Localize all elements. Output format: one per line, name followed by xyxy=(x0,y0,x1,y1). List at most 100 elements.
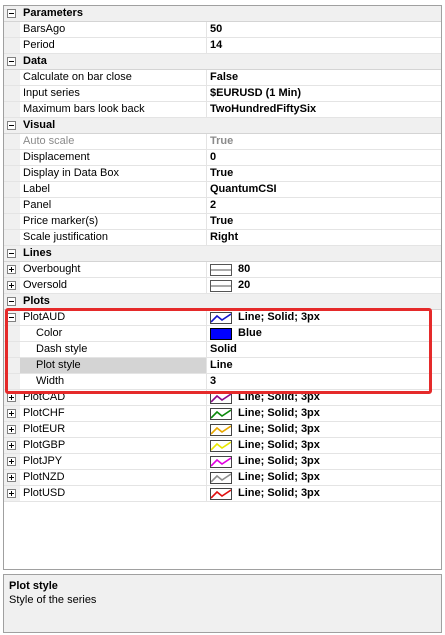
collapse-icon[interactable] xyxy=(7,57,16,66)
property-row-display-in-data-box[interactable]: Display in Data Box True xyxy=(4,166,441,182)
property-value[interactable]: 14 xyxy=(207,38,441,53)
property-name: Overbought xyxy=(20,262,207,277)
property-name: Width xyxy=(20,374,207,389)
property-row-plotusd[interactable]: PlotUSD Line; Solid; 3px xyxy=(4,486,441,502)
property-value[interactable]: 0 xyxy=(207,150,441,165)
line-preview-icon xyxy=(210,471,232,484)
property-row-plotnzd[interactable]: PlotNZD Line; Solid; 3px xyxy=(4,470,441,486)
property-name: PlotEUR xyxy=(20,422,207,437)
property-name: Auto scale xyxy=(20,134,207,149)
property-value[interactable]: Line; Solid; 3px xyxy=(207,470,441,485)
property-value[interactable]: Solid xyxy=(207,342,441,357)
property-row-maximum-bars-look-back[interactable]: Maximum bars look back TwoHundredFiftySi… xyxy=(4,102,441,118)
value-text: Line; Solid; 3px xyxy=(238,439,320,451)
property-row-plotaud[interactable]: PlotAUD Line; Solid; 3px xyxy=(4,310,441,326)
property-name: Color xyxy=(20,326,207,341)
property-row-color[interactable]: Color Blue xyxy=(4,326,441,342)
category-plots[interactable]: Plots xyxy=(4,294,441,310)
collapse-icon[interactable] xyxy=(7,121,16,130)
category-label: Lines xyxy=(23,247,52,259)
property-row-input-series[interactable]: Input series $EURUSD (1 Min) xyxy=(4,86,441,102)
property-name: BarsAgo xyxy=(20,22,207,37)
property-row-plot-style[interactable]: Plot style Line xyxy=(4,358,441,374)
property-row-calculate-on-bar-close[interactable]: Calculate on bar close False xyxy=(4,70,441,86)
category-lines[interactable]: Lines xyxy=(4,246,441,262)
property-row-auto-scale: Auto scale True xyxy=(4,134,441,150)
property-row-barsago[interactable]: BarsAgo 50 xyxy=(4,22,441,38)
category-label: Parameters xyxy=(23,7,83,19)
property-name: Maximum bars look back xyxy=(20,102,207,117)
expand-icon[interactable] xyxy=(7,265,16,274)
property-value[interactable]: 2 xyxy=(207,198,441,213)
line-preview-icon xyxy=(210,439,232,452)
property-row-label[interactable]: Label QuantumCSI xyxy=(4,182,441,198)
property-row-price-markers[interactable]: Price marker(s) True xyxy=(4,214,441,230)
value-text: Line; Solid; 3px xyxy=(238,487,320,499)
property-value[interactable]: True xyxy=(207,214,441,229)
category-data[interactable]: Data xyxy=(4,54,441,70)
description-title: Plot style xyxy=(9,580,58,592)
value-text: Line; Solid; 3px xyxy=(238,407,320,419)
property-row-plotcad[interactable]: PlotCAD Line; Solid; 3px xyxy=(4,390,441,406)
collapse-icon[interactable] xyxy=(7,297,16,306)
expand-icon[interactable] xyxy=(7,457,16,466)
property-row-overbought[interactable]: Overbought 80 xyxy=(4,262,441,278)
property-value[interactable]: Line; Solid; 3px xyxy=(207,438,441,453)
property-value[interactable]: Line; Solid; 3px xyxy=(207,486,441,501)
property-row-ploteur[interactable]: PlotEUR Line; Solid; 3px xyxy=(4,422,441,438)
property-value[interactable]: TwoHundredFiftySix xyxy=(207,102,441,117)
expand-icon[interactable] xyxy=(7,281,16,290)
property-row-oversold[interactable]: Oversold 20 xyxy=(4,278,441,294)
property-value[interactable]: 50 xyxy=(207,22,441,37)
value-text: 20 xyxy=(238,279,251,291)
property-value[interactable]: Line; Solid; 3px xyxy=(207,406,441,421)
property-grid: Parameters BarsAgo 50 Period 14 Data Cal… xyxy=(3,5,442,570)
collapse-icon[interactable] xyxy=(7,249,16,258)
line-preview-icon xyxy=(210,391,232,404)
property-value: True xyxy=(210,135,234,147)
expand-icon[interactable] xyxy=(7,441,16,450)
category-label: Data xyxy=(23,55,47,67)
property-value[interactable]: Line; Solid; 3px xyxy=(207,390,441,405)
property-row-plotgbp[interactable]: PlotGBP Line; Solid; 3px xyxy=(4,438,441,454)
property-value[interactable]: Line; Solid; 3px xyxy=(207,454,441,469)
property-value[interactable]: Line; Solid; 3px xyxy=(207,422,441,437)
expand-icon[interactable] xyxy=(7,409,16,418)
property-row-width[interactable]: Width 3 xyxy=(4,374,441,390)
property-name: Dash style xyxy=(20,342,207,357)
property-value[interactable]: QuantumCSI xyxy=(207,182,441,197)
expand-icon[interactable] xyxy=(7,489,16,498)
property-row-plotchf[interactable]: PlotCHF Line; Solid; 3px xyxy=(4,406,441,422)
property-value[interactable]: True xyxy=(207,166,441,181)
property-value[interactable]: 3 xyxy=(207,374,441,389)
property-value[interactable]: 80 xyxy=(207,262,441,277)
property-value[interactable]: Line; Solid; 3px xyxy=(207,310,441,325)
property-value[interactable]: False xyxy=(207,70,441,85)
property-name: Price marker(s) xyxy=(20,214,207,229)
value-text: Line; Solid; 3px xyxy=(238,391,320,403)
property-row-period[interactable]: Period 14 xyxy=(4,38,441,54)
expand-icon[interactable] xyxy=(7,473,16,482)
property-row-plotjpy[interactable]: PlotJPY Line; Solid; 3px xyxy=(4,454,441,470)
line-preview-icon xyxy=(210,423,232,436)
property-name: Label xyxy=(20,182,207,197)
category-visual[interactable]: Visual xyxy=(4,118,441,134)
property-name: PlotJPY xyxy=(20,454,207,469)
property-row-panel[interactable]: Panel 2 xyxy=(4,198,441,214)
property-name: Plot style xyxy=(20,358,207,373)
property-row-displacement[interactable]: Displacement 0 xyxy=(4,150,441,166)
expand-icon[interactable] xyxy=(7,393,16,402)
property-row-scale-justification[interactable]: Scale justification Right xyxy=(4,230,441,246)
property-value[interactable]: Blue xyxy=(207,326,441,341)
expand-icon[interactable] xyxy=(7,425,16,434)
collapse-icon[interactable] xyxy=(7,313,16,322)
property-value[interactable]: Line xyxy=(207,358,441,373)
property-row-dash-style[interactable]: Dash style Solid xyxy=(4,342,441,358)
collapse-icon[interactable] xyxy=(7,9,16,18)
property-value[interactable]: $EURUSD (1 Min) xyxy=(207,86,441,101)
property-name: PlotUSD xyxy=(20,486,207,501)
property-value[interactable]: 20 xyxy=(207,278,441,293)
property-value[interactable]: Right xyxy=(207,230,441,245)
category-parameters[interactable]: Parameters xyxy=(4,6,441,22)
property-name: Display in Data Box xyxy=(20,166,207,181)
